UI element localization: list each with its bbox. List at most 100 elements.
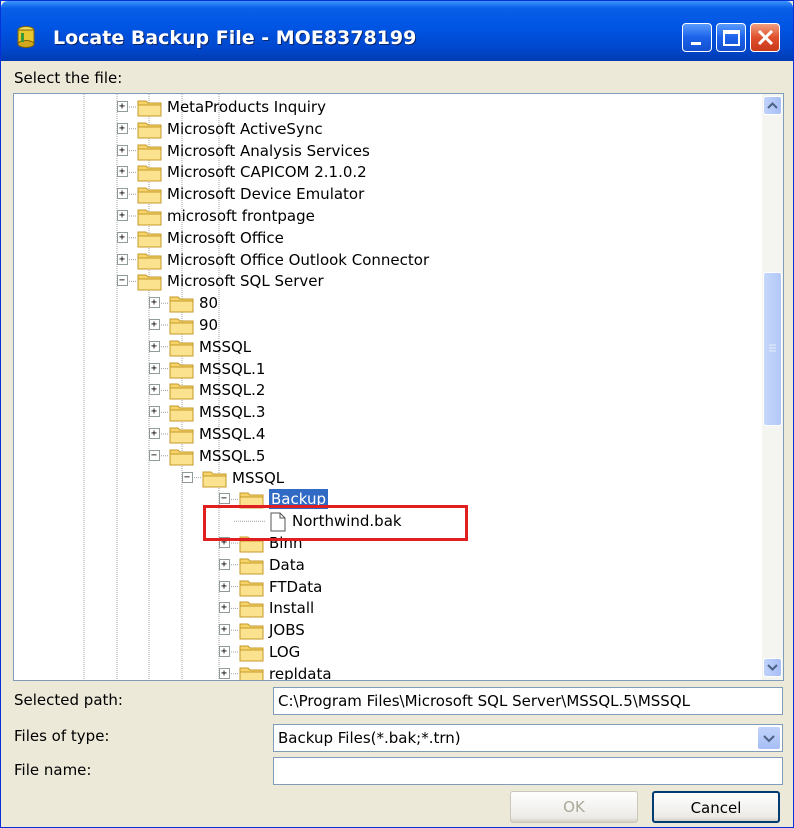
tree-folder-item[interactable]: − MSSQL — [14, 467, 754, 489]
scroll-thumb[interactable] — [763, 272, 782, 426]
expand-icon[interactable]: + — [117, 210, 128, 221]
files-of-type-select[interactable]: Backup Files(*.bak;*.trn) — [273, 724, 783, 752]
file-name-label: File name: — [14, 761, 92, 779]
folder-icon — [169, 425, 195, 444]
tree-folder-item[interactable]: +80 — [14, 292, 754, 314]
tree-folder-item[interactable]: − MSSQL.5 — [14, 445, 754, 467]
collapse-icon[interactable]: − — [117, 275, 128, 287]
tree-folder-item[interactable]: +90 — [14, 314, 754, 336]
expand-icon[interactable]: + — [117, 101, 128, 112]
tree-folder-item[interactable]: + MSSQL.3 — [14, 401, 754, 423]
expand-icon[interactable]: + — [219, 602, 230, 614]
tree-item-label: MSSQL — [199, 337, 252, 356]
expander-glyph: + — [119, 101, 126, 112]
expand-icon[interactable]: + — [219, 580, 230, 592]
scroll-up-button[interactable] — [763, 96, 782, 115]
expand-icon[interactable]: + — [149, 319, 160, 330]
expand-icon[interactable]: + — [117, 231, 128, 243]
select-file-label: Select the file: — [14, 69, 123, 87]
locate-backup-file-dialog: Locate Backup File - MOE8378199 Select t… — [0, 0, 794, 828]
tree-item-label: Microsoft CAPICOM 2.1.0.2 — [167, 163, 367, 182]
tree-item-label: MSSQL.5 — [199, 446, 266, 465]
expand-icon[interactable]: + — [149, 406, 160, 418]
cancel-button[interactable]: Cancel — [652, 791, 780, 823]
tree-folder-item[interactable]: + Install — [14, 597, 754, 619]
selected-path-label: Selected path: — [14, 691, 123, 709]
tree-folder-item[interactable]: + LOG — [14, 641, 754, 663]
tree-item-label: MSSQL.4 — [199, 425, 266, 443]
close-button[interactable] — [750, 23, 780, 52]
expand-icon[interactable]: + — [149, 340, 160, 352]
tree-item-label: Microsoft Device Emulator — [167, 185, 365, 204]
tree-folder-item[interactable]: + Microsoft Office Outlook Connector — [14, 249, 754, 271]
tree-item-label: Install — [269, 599, 315, 618]
expand-icon[interactable]: + — [149, 362, 160, 374]
tree-folder-item[interactable]: + MSSQL.4 — [14, 423, 754, 445]
folder-icon — [239, 578, 265, 597]
expand-icon[interactable]: + — [117, 188, 128, 200]
tree-folder-item[interactable]: − Microsoft SQL Server — [14, 270, 754, 292]
tree-folder-item[interactable]: + FTData — [14, 576, 754, 598]
tree-item-label: MSSQL.3 — [199, 403, 266, 422]
tree-item-label: FTData — [269, 577, 323, 596]
expand-icon[interactable]: + — [149, 428, 160, 439]
tree-item-label: JOBS — [269, 621, 305, 640]
tree-folder-item[interactable]: + Microsoft Office — [14, 227, 754, 249]
tree-item-label: Microsoft Analysis Services — [167, 141, 370, 160]
tree-folder-item[interactable]: + MSSQL — [14, 336, 754, 358]
expand-icon[interactable]: + — [219, 624, 230, 636]
ok-button[interactable]: OK — [510, 791, 638, 823]
expander-glyph: + — [221, 580, 228, 592]
tree-item-label: 90 — [199, 316, 219, 334]
folder-icon — [169, 403, 195, 422]
annotation-highlight-box — [203, 505, 468, 541]
expand-icon[interactable]: + — [219, 667, 230, 679]
folder-tree[interactable]: + MetaProducts Inquiry + Microsoft ActiveSy… — [13, 93, 784, 681]
folder-icon — [169, 338, 195, 357]
folder-icon — [137, 163, 163, 182]
tree-folder-item[interactable]: + repldata — [14, 663, 754, 680]
minimize-button[interactable] — [682, 23, 712, 52]
app-icon — [17, 26, 35, 48]
vertical-scrollbar[interactable] — [762, 94, 783, 680]
files-of-type-value: Backup Files(*.bak;*.trn) — [278, 729, 461, 747]
close-icon — [757, 29, 774, 46]
expand-icon[interactable]: + — [149, 384, 160, 396]
tree-folder-item[interactable]: + Microsoft Device Emulator — [14, 183, 754, 205]
collapse-icon[interactable]: − — [182, 471, 193, 483]
tree-folder-item[interactable]: + Microsoft ActiveSync — [14, 118, 754, 140]
folder-icon — [202, 469, 228, 488]
files-of-type-label: Files of type: — [14, 727, 110, 745]
tree-folder-item[interactable]: + MSSQL.1 — [14, 358, 754, 380]
folder-icon — [169, 360, 195, 379]
expand-icon[interactable]: + — [149, 297, 160, 309]
title-bar[interactable]: Locate Backup File - MOE8378199 — [1, 1, 793, 61]
expand-icon[interactable]: + — [117, 253, 128, 265]
file-name-input[interactable] — [273, 757, 783, 785]
folder-icon — [239, 556, 265, 575]
tree-item-label: MSSQL — [232, 468, 285, 487]
tree-folder-item[interactable]: + microsoft frontpage — [14, 205, 754, 227]
tree-folder-item[interactable]: + Data — [14, 554, 754, 576]
maximize-button[interactable] — [716, 23, 746, 52]
scroll-down-button[interactable] — [763, 658, 782, 677]
folder-icon — [169, 381, 195, 400]
expand-icon[interactable]: + — [117, 144, 128, 156]
tree-folder-item[interactable]: + Microsoft Analysis Services — [14, 140, 754, 162]
collapse-icon[interactable]: − — [149, 449, 160, 461]
tree-folder-item[interactable]: + MetaProducts Inquiry — [14, 96, 754, 118]
window-title: Locate Backup File - MOE8378199 — [53, 27, 417, 49]
tree-folder-item[interactable]: + JOBS — [14, 619, 754, 641]
tree-folder-item[interactable]: + Microsoft CAPICOM 2.1.0.2 — [14, 161, 754, 183]
selected-path-field[interactable]: C:\Program Files\Microsoft SQL Server\MS… — [273, 687, 783, 715]
expand-icon[interactable]: + — [219, 646, 230, 657]
expander-glyph: + — [221, 624, 228, 636]
expander-glyph: + — [151, 384, 158, 396]
dropdown-button[interactable] — [757, 726, 781, 750]
tree-folder-item[interactable]: + MSSQL.2 — [14, 379, 754, 401]
expand-icon[interactable]: + — [117, 122, 128, 134]
expand-icon[interactable]: + — [219, 558, 230, 570]
expand-icon[interactable]: + — [117, 166, 128, 178]
tree-item-label: Microsoft ActiveSync — [167, 119, 323, 138]
collapse-icon[interactable]: − — [219, 493, 230, 505]
